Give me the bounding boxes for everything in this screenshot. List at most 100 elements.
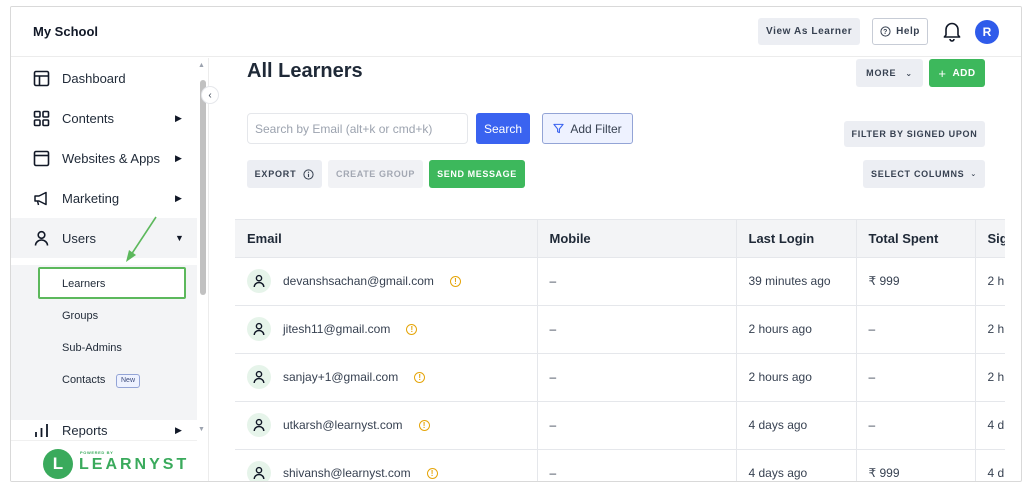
- chevron-down-icon: ⌄: [970, 171, 977, 178]
- megaphone-icon: [34, 191, 47, 205]
- dashboard-icon: [33, 70, 50, 86]
- more-button[interactable]: MORE ⌄: [856, 59, 923, 87]
- select-columns-button[interactable]: SELECT COLUMNS ⌄: [863, 160, 985, 188]
- scroll-up-icon[interactable]: ▲: [198, 62, 205, 69]
- bell-icon[interactable]: [942, 20, 962, 42]
- total-spent-cell: ₹ 999: [856, 257, 976, 306]
- sidebar-item-websites-apps[interactable]: Websites & Apps ▶: [11, 138, 191, 178]
- sidebar-item-contents[interactable]: Contents ▶: [11, 98, 191, 138]
- signed-upon-cell: 2 h: [975, 305, 1005, 354]
- browser-icon: [33, 150, 50, 166]
- warning-icon[interactable]: !: [414, 371, 426, 383]
- total-spent-cell: –: [856, 305, 976, 354]
- new-badge: New: [116, 374, 141, 388]
- email-cell[interactable]: shivansh@learnyst.com!: [235, 449, 538, 481]
- sidebar-subitem-groups[interactable]: Groups: [62, 310, 98, 322]
- top-bar: My School View As Learner ? Help R: [11, 7, 1021, 57]
- collapse-sidebar-button[interactable]: ‹: [201, 86, 219, 104]
- send-message-button[interactable]: SEND MESSAGE: [429, 160, 525, 188]
- table-row[interactable]: shivansh@learnyst.com! –4 days ago ₹ 999 4 …: [235, 449, 1005, 481]
- sidebar-item-marketing[interactable]: Marketing ▶: [11, 178, 191, 218]
- email-cell[interactable]: jitesh11@gmail.com!: [235, 305, 538, 354]
- warning-icon[interactable]: !: [406, 323, 418, 335]
- question-circle-icon: ?: [880, 26, 891, 37]
- grid-icon: [33, 110, 50, 126]
- sidebar-item-label: Marketing: [62, 190, 120, 206]
- add-filter-button[interactable]: Add Filter: [542, 113, 633, 144]
- column-header-mobile[interactable]: Mobile: [537, 220, 737, 258]
- last-login-cell: 2 hours ago: [736, 353, 857, 402]
- page-title: All Learners: [247, 60, 363, 82]
- sidebar-subitem-sub-admins[interactable]: Sub-Admins: [62, 342, 122, 354]
- export-label: EXPORT: [254, 169, 297, 179]
- warning-icon[interactable]: !: [449, 275, 461, 287]
- learners-table: Email Mobile Last Login Total Spent Sig …: [235, 219, 1005, 481]
- total-spent-cell: ₹ 999: [856, 449, 976, 481]
- signed-upon-cell: 2 h: [975, 257, 1005, 306]
- sidebar-item-label: Dashboard: [62, 70, 126, 86]
- more-label: MORE: [866, 68, 897, 78]
- user-avatar-icon: [247, 269, 271, 293]
- chevron-right-icon: ▶: [175, 192, 182, 203]
- export-button[interactable]: EXPORT: [247, 160, 322, 188]
- email-cell[interactable]: utkarsh@learnyst.com!: [235, 401, 538, 450]
- sidebar: ▲ ▼ Dashboard Contents ▶ Websites & Apps…: [11, 58, 209, 481]
- create-group-button[interactable]: CREATE GROUP: [328, 160, 423, 188]
- last-login-cell: 39 minutes ago: [736, 257, 857, 306]
- chevron-right-icon: ▶: [175, 424, 182, 435]
- sidebar-scrollbar[interactable]: [200, 80, 206, 295]
- last-login-cell: 4 days ago: [736, 449, 857, 481]
- user-avatar-icon: [247, 413, 271, 437]
- bar-chart-icon: [35, 423, 48, 437]
- table-header-row: Email Mobile Last Login Total Spent Sig: [235, 220, 1005, 258]
- add-button[interactable]: + ADD: [929, 59, 985, 87]
- view-as-learner-button[interactable]: View As Learner: [758, 18, 861, 45]
- total-spent-cell: –: [856, 353, 976, 402]
- svg-text:?: ?: [883, 29, 888, 36]
- mobile-cell: –: [537, 257, 737, 306]
- learnyst-logo: L: [43, 449, 73, 479]
- last-login-cell: 2 hours ago: [736, 305, 857, 354]
- sidebar-item-label: Websites & Apps: [62, 150, 161, 166]
- app-window: My School View As Learner ? Help R ▲ ▼ D: [10, 6, 1022, 482]
- mobile-cell: –: [537, 353, 737, 402]
- email-text: jitesh11@gmail.com: [283, 322, 391, 336]
- signed-upon-cell: 4 d: [975, 401, 1005, 450]
- column-header-total-spent[interactable]: Total Spent: [856, 220, 976, 258]
- email-cell[interactable]: devanshsachan@gmail.com!: [235, 257, 538, 306]
- user-avatar-icon: [247, 365, 271, 389]
- avatar[interactable]: R: [975, 20, 999, 44]
- email-text: sanjay+1@gmail.com: [283, 370, 399, 384]
- last-login-cell: 4 days ago: [736, 401, 857, 450]
- filter-by-signed-upon-button[interactable]: FILTER BY SIGNED UPON: [844, 121, 985, 147]
- mobile-cell: –: [537, 305, 737, 354]
- add-label: ADD: [952, 67, 976, 79]
- sidebar-subitem-contacts[interactable]: Contacts: [62, 374, 105, 386]
- column-header-email[interactable]: Email: [235, 220, 538, 258]
- sidebar-item-dashboard[interactable]: Dashboard: [11, 58, 191, 98]
- powered-by-label: POWERED BY: [80, 450, 114, 455]
- info-icon: [303, 168, 314, 180]
- scroll-down-icon[interactable]: ▼: [198, 426, 205, 433]
- search-input[interactable]: [247, 113, 468, 144]
- school-name: My School: [33, 24, 99, 39]
- table-row[interactable]: sanjay+1@gmail.com! –2 hours ago –2 h: [235, 353, 1005, 402]
- table-row[interactable]: jitesh11@gmail.com! –2 hours ago –2 h: [235, 305, 1005, 354]
- signed-upon-cell: 4 d: [975, 449, 1005, 481]
- table-row[interactable]: utkarsh@learnyst.com! –4 days ago –4 d: [235, 401, 1005, 450]
- sidebar-item-users[interactable]: Users ▼: [11, 218, 197, 258]
- signed-upon-cell: 2 h: [975, 353, 1005, 402]
- search-button[interactable]: Search: [476, 113, 530, 144]
- email-cell[interactable]: sanjay+1@gmail.com!: [235, 353, 538, 402]
- email-text: devanshsachan@gmail.com: [283, 274, 434, 288]
- column-header-signed-upon[interactable]: Sig: [975, 220, 1005, 258]
- warning-icon[interactable]: !: [426, 467, 438, 479]
- learnyst-wordmark: LEARNYST: [79, 456, 190, 473]
- column-header-last-login[interactable]: Last Login: [736, 220, 857, 258]
- help-button[interactable]: ? Help: [872, 18, 928, 45]
- email-text: utkarsh@learnyst.com: [283, 418, 403, 432]
- warning-icon[interactable]: !: [418, 419, 430, 431]
- learners-highlight: [38, 267, 186, 299]
- sidebar-subitem-learners[interactable]: Learners: [62, 278, 105, 290]
- table-row[interactable]: devanshsachan@gmail.com! –39 minutes ago ₹…: [235, 257, 1005, 306]
